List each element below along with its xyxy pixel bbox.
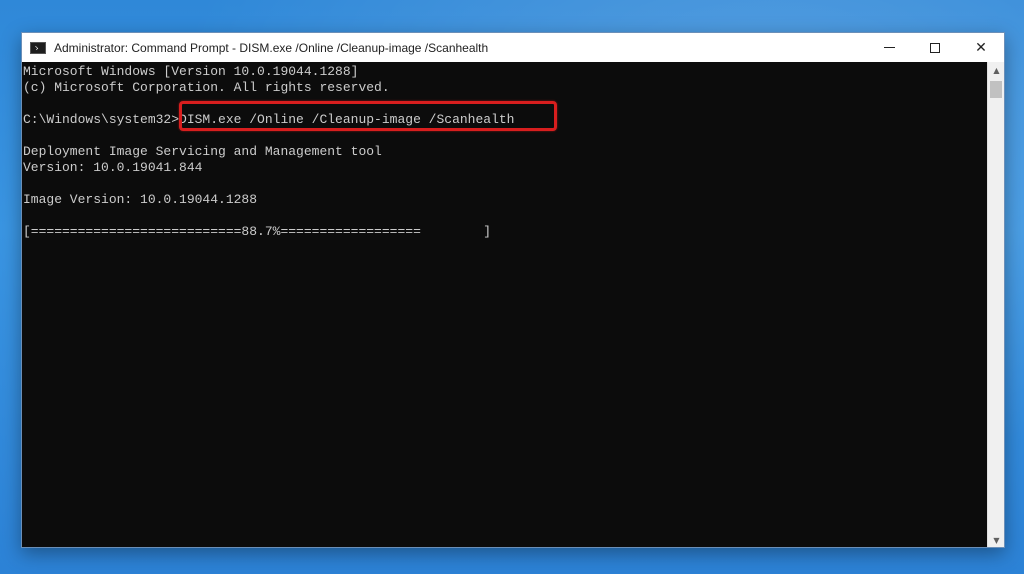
- console-line: (c) Microsoft Corporation. All rights re…: [23, 80, 390, 95]
- scroll-down-arrow-icon[interactable]: ▼: [988, 532, 1004, 547]
- close-button[interactable]: ✕: [958, 33, 1004, 62]
- window-title: Administrator: Command Prompt - DISM.exe…: [54, 40, 489, 55]
- console-output[interactable]: Microsoft Windows [Version 10.0.19044.12…: [22, 62, 989, 547]
- title-bar[interactable]: Administrator: Command Prompt - DISM.exe…: [22, 33, 1004, 62]
- command-prompt-window[interactable]: Administrator: Command Prompt - DISM.exe…: [21, 32, 1005, 548]
- scroll-thumb[interactable]: [990, 81, 1002, 98]
- minimize-icon: [883, 47, 895, 48]
- cmd-icon: [30, 41, 46, 54]
- command-highlight-box: [179, 101, 557, 131]
- console-line: Image Version: 10.0.19044.1288: [23, 192, 258, 207]
- console-line: Microsoft Windows [Version 10.0.19044.12…: [23, 64, 359, 79]
- maximize-icon: [930, 42, 940, 53]
- window-controls: ✕: [866, 33, 1004, 62]
- console-line: Version: 10.0.19041.844: [23, 160, 203, 175]
- maximize-button[interactable]: [912, 33, 958, 62]
- close-icon: ✕: [975, 39, 987, 56]
- progress-line: [===========================88.7%=======…: [23, 224, 492, 239]
- console-line: Deployment Image Servicing and Managemen…: [23, 144, 382, 159]
- scroll-up-arrow-icon[interactable]: ▲: [988, 62, 1004, 79]
- vertical-scrollbar[interactable]: ▲ ▼: [987, 62, 1004, 547]
- minimize-button[interactable]: [866, 33, 912, 62]
